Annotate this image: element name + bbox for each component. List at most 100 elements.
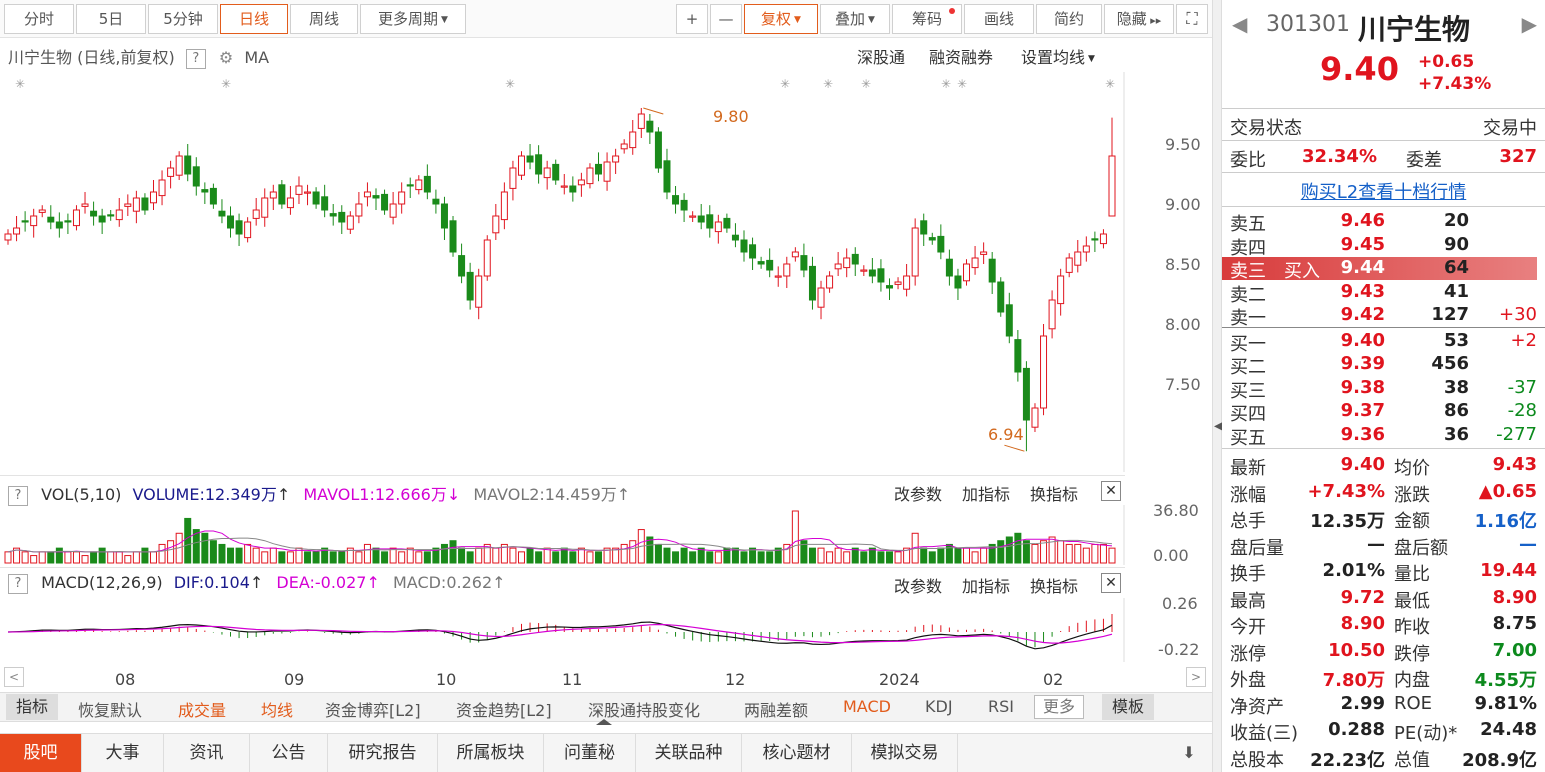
candle-body (817, 287, 825, 308)
tab-5min[interactable]: 5分钟 (148, 4, 218, 34)
volume-bar (492, 547, 500, 564)
buy-overlay-label[interactable]: 买入 (1284, 257, 1320, 283)
volume-bar (158, 543, 166, 564)
gear-icon[interactable]: ⚙ (219, 48, 233, 67)
buy-row[interactable]: 买四 9.37 86 -28 (1230, 400, 1537, 425)
tab-daily[interactable]: 日线 (220, 4, 288, 34)
simple-button[interactable]: 简约 (1036, 4, 1102, 34)
volume-bar (107, 551, 115, 564)
tab-weekly[interactable]: 周线 (290, 4, 358, 34)
stat-label: PE(动)* (1394, 723, 1458, 744)
zoom-in-button[interactable]: + (676, 4, 708, 34)
add-indicator-button[interactable]: 加指标 (962, 573, 1010, 597)
tab-ask-secretary[interactable]: 问董秘 (544, 734, 636, 772)
tab-events[interactable]: 大事 (82, 734, 164, 772)
help-icon[interactable]: ? (8, 574, 28, 594)
tab-timeshare[interactable]: 分时 (4, 4, 74, 34)
candlestick-chart[interactable]: ✳ ✳ ✳ ✳ ✳ ✳ ✳ ✳ ✳ (0, 72, 1125, 472)
add-indicator-button[interactable]: 加指标 (962, 481, 1010, 505)
buy-row[interactable]: 买五 9.36 36 -277 (1230, 424, 1537, 449)
nav-more-button[interactable]: 更多 (1034, 695, 1085, 719)
next-stock-icon[interactable]: ▶ (1522, 12, 1537, 36)
set-ma-dropdown[interactable]: 设置均线 ▼ (1021, 44, 1095, 68)
draw-button[interactable]: 画线 (964, 4, 1034, 34)
adjust-label: 复权 (761, 10, 792, 28)
nav-fund-game[interactable]: 资金博弈[L2] (325, 697, 421, 721)
volume-bar (526, 547, 534, 564)
scroll-left-icon[interactable]: < (4, 667, 24, 687)
sell-row[interactable]: 卖三 9.44 64 买入 (1222, 257, 1537, 283)
tab-5day[interactable]: 5日 (76, 4, 146, 34)
nav-indicators[interactable]: 指标 (6, 694, 59, 720)
tab-sim-trade[interactable]: 模拟交易 (852, 734, 958, 772)
close-icon[interactable]: ✕ (1101, 481, 1121, 501)
volume-bar (757, 551, 765, 564)
tab-notices[interactable]: 公告 (250, 734, 328, 772)
tab-core-topics[interactable]: 核心题材 (742, 734, 852, 772)
volume-bar (817, 547, 825, 564)
sell-row[interactable]: 卖一 9.42 127 +30 (1230, 304, 1537, 329)
tab-related[interactable]: 关联品种 (636, 734, 742, 772)
volume-bar (1108, 547, 1116, 564)
switch-indicator-button[interactable]: 换指标 (1030, 573, 1078, 597)
candle-body (774, 275, 782, 278)
nav-ma[interactable]: 均线 (261, 697, 293, 721)
nav-restore-default[interactable]: 恢复默认 (78, 697, 142, 721)
book-price: 9.40 (1340, 329, 1385, 351)
tab-research[interactable]: 研究报告 (328, 734, 438, 772)
nav-rsi[interactable]: RSI (988, 697, 1014, 716)
nav-kdj[interactable]: KDJ (925, 697, 953, 716)
candle-body (475, 275, 483, 308)
month-label: 09 (284, 670, 305, 689)
hide-button[interactable]: 隐藏 ▸▸ (1104, 4, 1174, 34)
price-axis-label: 7.50 (1165, 375, 1201, 394)
link-connect[interactable]: 深股通 (857, 44, 905, 68)
more-periods-dropdown[interactable]: 更多周期 ▼ (360, 4, 466, 34)
adjust-dropdown[interactable]: 复权 ▼ (744, 4, 818, 34)
buy-row[interactable]: 买一 9.40 53 +2 (1230, 329, 1537, 355)
tab-guba[interactable]: 股吧 (0, 734, 82, 772)
close-icon[interactable]: ✕ (1101, 573, 1121, 593)
tab-news[interactable]: 资讯 (164, 734, 250, 772)
sell-row[interactable]: 卖五 9.46 20 (1230, 210, 1537, 235)
link-margin[interactable]: 融资融券 (929, 44, 993, 68)
prev-stock-icon[interactable]: ◀ (1232, 12, 1247, 36)
buy-l2-link[interactable]: 购买L2查看十档行情 (1301, 182, 1466, 203)
volume-bar (21, 551, 29, 564)
edit-params-button[interactable]: 改参数 (894, 573, 942, 597)
volume-bar (629, 540, 637, 564)
stat-label: 外盘 (1230, 670, 1266, 691)
chips-button[interactable]: 筹码 (892, 4, 962, 34)
download-icon[interactable]: ⬇ (1172, 734, 1206, 772)
panel-divider[interactable]: ◀ (1212, 0, 1225, 772)
nav-template[interactable]: 模板 (1102, 694, 1155, 720)
book-change: +2 (1510, 329, 1537, 351)
help-icon[interactable]: ? (185, 49, 206, 69)
event-marker-icon: ✳ (941, 77, 951, 91)
help-icon[interactable]: ? (8, 486, 28, 506)
tab-sector[interactable]: 所属板块 (438, 734, 544, 772)
candle-body (535, 154, 543, 175)
scroll-right-icon[interactable]: > (1186, 667, 1206, 687)
sell-row[interactable]: 卖二 9.43 41 (1230, 281, 1537, 306)
buy-row[interactable]: 买二 9.39 456 (1230, 353, 1537, 378)
zoom-out-button[interactable]: — (710, 4, 742, 34)
volume-bar (920, 547, 928, 564)
stat-label: 涨跌 (1394, 484, 1430, 506)
nav-volume[interactable]: 成交量 (178, 697, 226, 721)
nav-macd[interactable]: MACD (843, 697, 891, 716)
candle-body (654, 131, 662, 169)
stock-title-row: ◀ 301301 川宁生物 ▶ (1230, 10, 1537, 46)
buy-row[interactable]: 买三 9.38 38 -37 (1230, 377, 1537, 402)
nav-margin-diff[interactable]: 两融差额 (744, 697, 808, 721)
overlay-dropdown[interactable]: 叠加 ▼ (820, 4, 890, 34)
edit-params-button[interactable]: 改参数 (894, 481, 942, 505)
switch-indicator-button[interactable]: 换指标 (1030, 481, 1078, 505)
candle-body (1048, 299, 1056, 330)
volume-chart (4, 505, 1125, 565)
nav-connect-holdings[interactable]: 深股通持股变化 (588, 697, 700, 721)
book-volume: 456 (1431, 353, 1469, 374)
sell-row[interactable]: 卖四 9.45 90 (1230, 234, 1537, 259)
nav-fund-trend[interactable]: 资金趋势[L2] (456, 697, 552, 721)
fullscreen-icon[interactable]: ⛶ (1176, 4, 1208, 34)
